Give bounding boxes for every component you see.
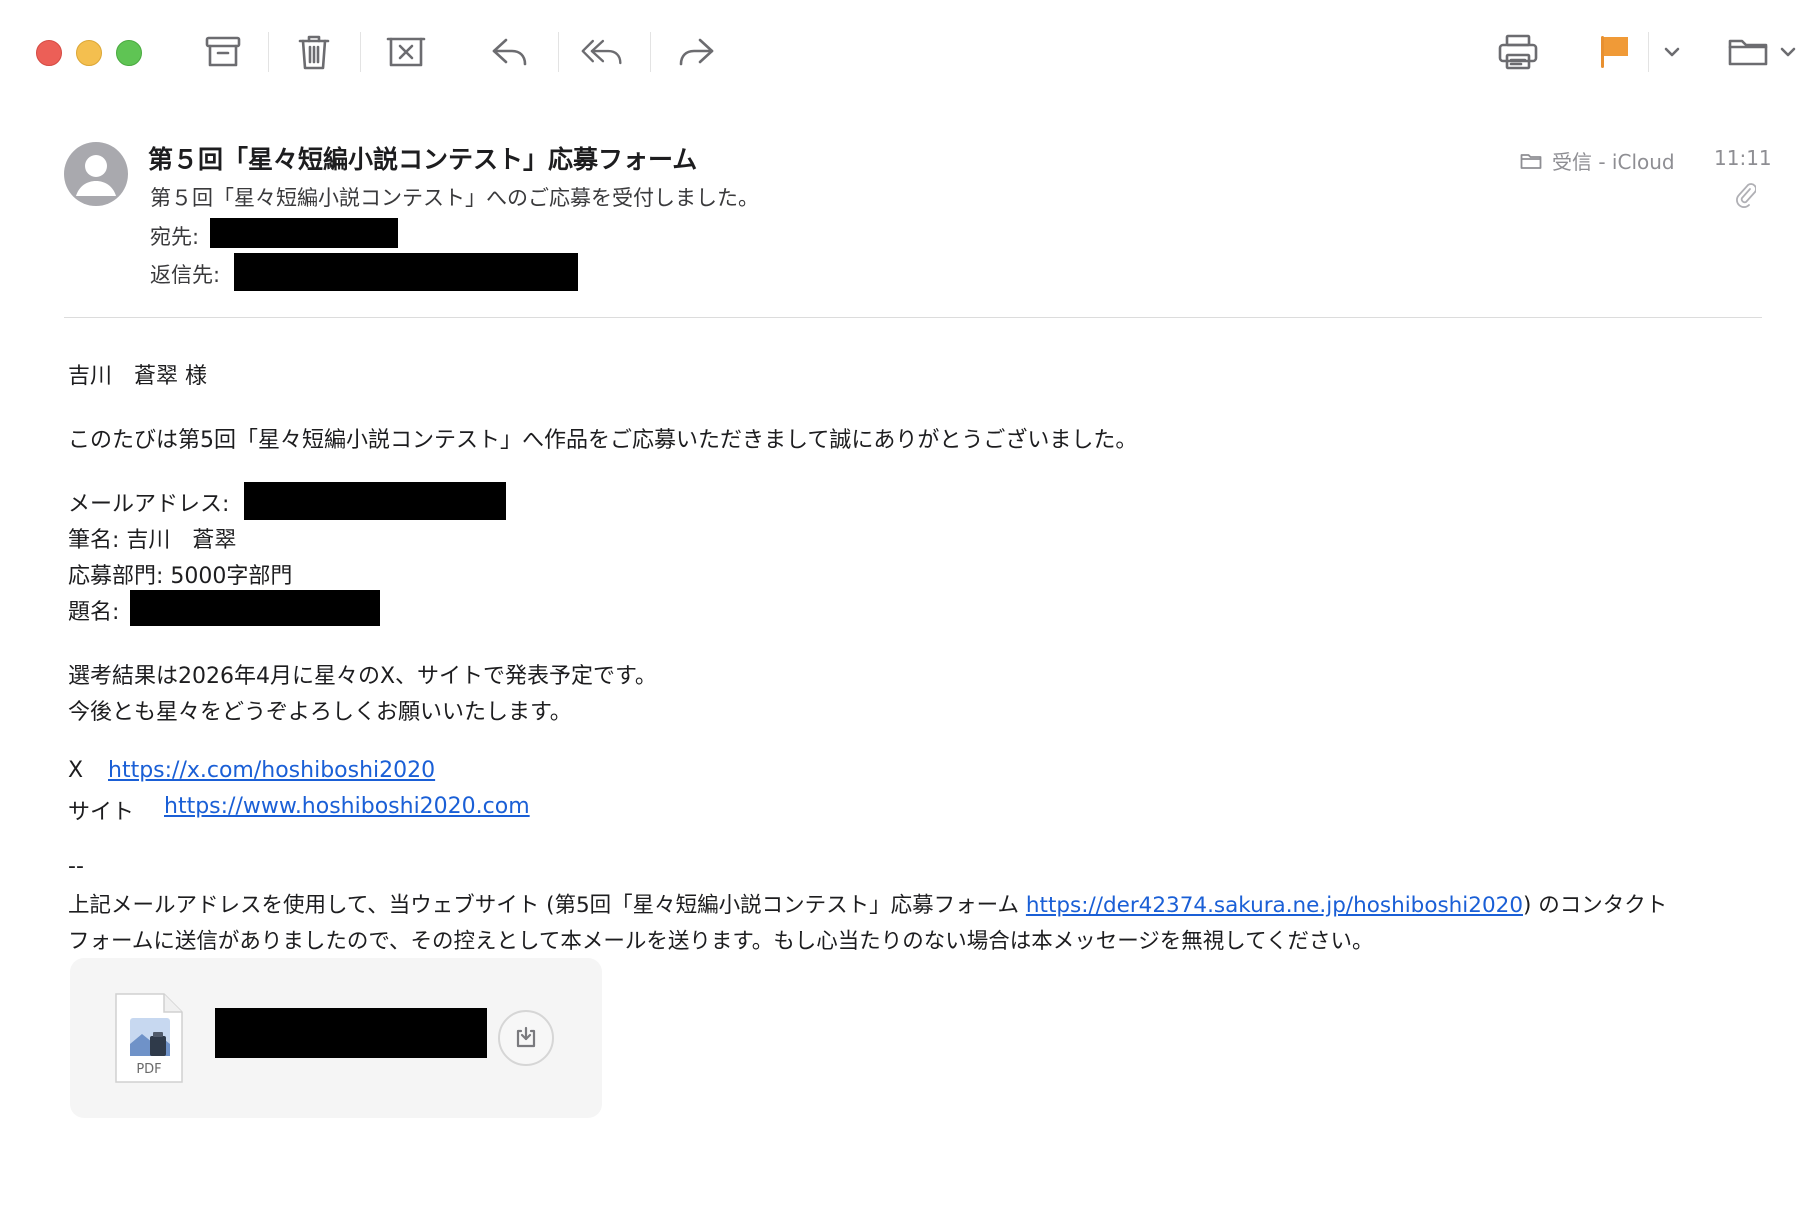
junk-icon[interactable]	[384, 30, 428, 74]
window-zoom-button[interactable]	[116, 40, 142, 66]
trash-icon[interactable]	[292, 30, 336, 74]
site-link[interactable]: https://www.hoshiboshi2020.com	[164, 794, 530, 819]
footer-text-pre: 上記メールアドレスを使用して、当ウェブサイト (第5回「星々短編小説コンテスト」…	[68, 893, 1020, 918]
mailbox-info[interactable]: 受信 - iCloud	[1520, 146, 1675, 175]
download-button[interactable]	[498, 1010, 554, 1066]
closing-line: 今後とも星々をどうぞよろしくお願いいたします。	[68, 700, 572, 725]
window-minimize-button[interactable]	[76, 40, 102, 66]
email-time: 11:11	[1714, 146, 1772, 170]
email-preview: 第５回「星々短編小説コンテスト」へのご応募を受付しました。	[150, 186, 759, 210]
folder-icon	[1520, 153, 1542, 169]
redacted-attachment-name	[215, 1008, 487, 1058]
title-label: 題名:	[68, 600, 120, 625]
toolbar-separator	[360, 32, 361, 72]
toolbar-separator	[1648, 32, 1649, 72]
email-subject: 第５回「星々短編小説コンテスト」応募フォーム	[148, 145, 698, 174]
attachment-indicator-icon	[1736, 182, 1757, 212]
pdf-type-label: PDF	[136, 1062, 162, 1077]
reply-to-label: 返信先:	[150, 263, 221, 287]
to-label: 宛先:	[150, 225, 200, 249]
reply-all-icon[interactable]	[580, 30, 624, 74]
toolbar-separator	[650, 32, 651, 72]
toolbar	[0, 0, 1818, 104]
contact-form-link[interactable]: https://der42374.sakura.ne.jp/hoshiboshi…	[1026, 893, 1523, 918]
folder-menu-chevron-icon[interactable]	[1770, 30, 1806, 74]
header-divider	[64, 317, 1762, 318]
redacted-email-address	[244, 482, 506, 520]
flag-menu-chevron-icon[interactable]	[1652, 30, 1692, 74]
thanks-line: このたびは第5回「星々短編小説コンテスト」へ作品をご応募いただきまして誠にありが…	[68, 428, 1138, 453]
result-notice: 選考結果は2026年4月に星々のX、サイトで発表予定です。	[68, 664, 657, 689]
window-close-button[interactable]	[36, 40, 62, 66]
redacted-reply-to-address	[234, 253, 578, 291]
redacted-title	[130, 590, 380, 626]
toolbar-separator	[268, 32, 269, 72]
print-icon[interactable]	[1496, 30, 1540, 74]
reply-icon[interactable]	[488, 30, 532, 74]
greeting: 吉川 蒼翠 様	[68, 364, 207, 389]
redacted-to-address	[210, 218, 398, 248]
download-icon	[516, 1026, 536, 1048]
flag-icon[interactable]	[1592, 30, 1636, 74]
email-address-label: メールアドレス:	[68, 492, 230, 517]
mailbox-label: 受信 - iCloud	[1552, 150, 1675, 174]
signature-separator: --	[68, 854, 84, 879]
footer-text-post: ) のコンタクト	[1523, 893, 1668, 918]
site-label: サイト	[68, 800, 135, 825]
entry-category: 応募部門: 5000字部門	[68, 564, 293, 589]
move-folder-icon[interactable]	[1726, 30, 1770, 74]
sender-avatar	[64, 142, 128, 206]
pen-name: 筆名: 吉川 蒼翠	[68, 528, 237, 553]
forward-icon[interactable]	[674, 30, 718, 74]
footer-line-1: 上記メールアドレスを使用して、当ウェブサイト (第5回「星々短編小説コンテスト」…	[68, 888, 1667, 919]
footer-line-2: フォームに送信がありましたので、その控えとして本メールを送ります。もし心当たりの…	[68, 929, 1374, 954]
archive-icon[interactable]	[201, 30, 245, 74]
pdf-file-icon: PDF	[114, 992, 184, 1084]
toolbar-separator	[558, 32, 559, 72]
attachment-card[interactable]: PDF	[70, 958, 602, 1118]
x-link[interactable]: https://x.com/hoshiboshi2020	[108, 758, 435, 783]
x-label: X	[68, 758, 84, 783]
